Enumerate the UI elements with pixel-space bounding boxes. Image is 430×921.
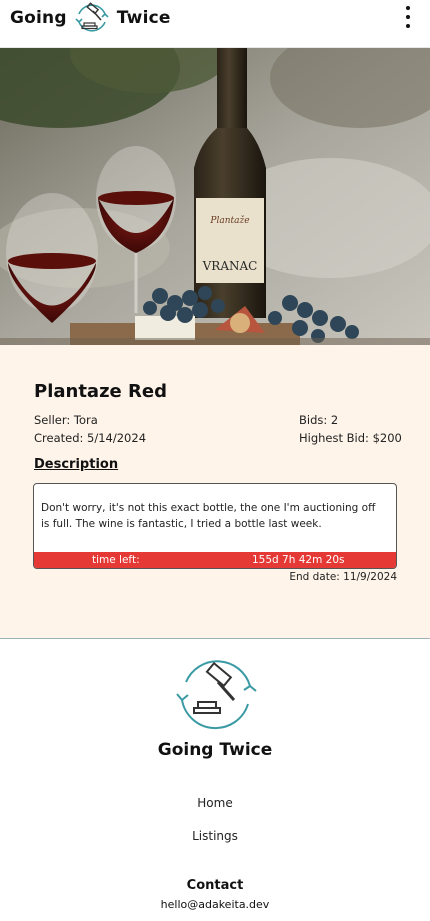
footer-link-home[interactable]: Home bbox=[0, 796, 430, 810]
end-date-text: End date: 11/9/2024 bbox=[289, 571, 397, 583]
time-left-value: 155d 7h 42m 20s bbox=[252, 554, 345, 566]
footer-link-listings[interactable]: Listings bbox=[0, 829, 430, 843]
time-left-label: time left: bbox=[92, 554, 140, 566]
description-card: Don't worry, it's not this exact bottle,… bbox=[33, 483, 397, 569]
gavel-logo-icon bbox=[75, 2, 109, 32]
created-date-text: Created: 5/14/2024 bbox=[34, 431, 147, 445]
more-vertical-icon[interactable] bbox=[402, 6, 414, 28]
brand-word-right: Twice bbox=[116, 8, 171, 28]
brand-logo-link[interactable]: Going Twice bbox=[10, 0, 171, 36]
brand-word-left: Going bbox=[10, 8, 67, 28]
svg-text:Plantaže: Plantaže bbox=[209, 215, 249, 226]
countdown-bar: time left: 155d 7h 42m 20s bbox=[34, 552, 396, 568]
app-header: Going Twice bbox=[0, 0, 430, 48]
listing-image: Plantaže VRANAC bbox=[0, 48, 430, 345]
bids-count-text: Bids: 2 bbox=[299, 413, 339, 427]
footer-brand: Going Twice bbox=[157, 740, 273, 760]
contact-heading: Contact bbox=[186, 878, 244, 893]
contact-email-link[interactable]: hello@adakeita.dev bbox=[0, 898, 430, 911]
highest-bid-text: Highest Bid: $200 bbox=[299, 431, 402, 445]
seller-text: Seller: Tora bbox=[34, 413, 98, 427]
gavel-logo-icon bbox=[176, 660, 257, 730]
listing-title: Plantaze Red bbox=[34, 381, 167, 402]
description-link[interactable]: Description bbox=[34, 457, 118, 472]
listing-details: Plantaze Red Seller: Tora Created: 5/14/… bbox=[0, 345, 430, 639]
description-text: Don't worry, it's not this exact bottle,… bbox=[41, 502, 376, 530]
bottle-label-text: VRANAC bbox=[202, 259, 258, 273]
wine-photo: Plantaže VRANAC bbox=[0, 48, 430, 345]
site-footer: Going Twice Home Listings Contact hello@… bbox=[0, 640, 430, 921]
